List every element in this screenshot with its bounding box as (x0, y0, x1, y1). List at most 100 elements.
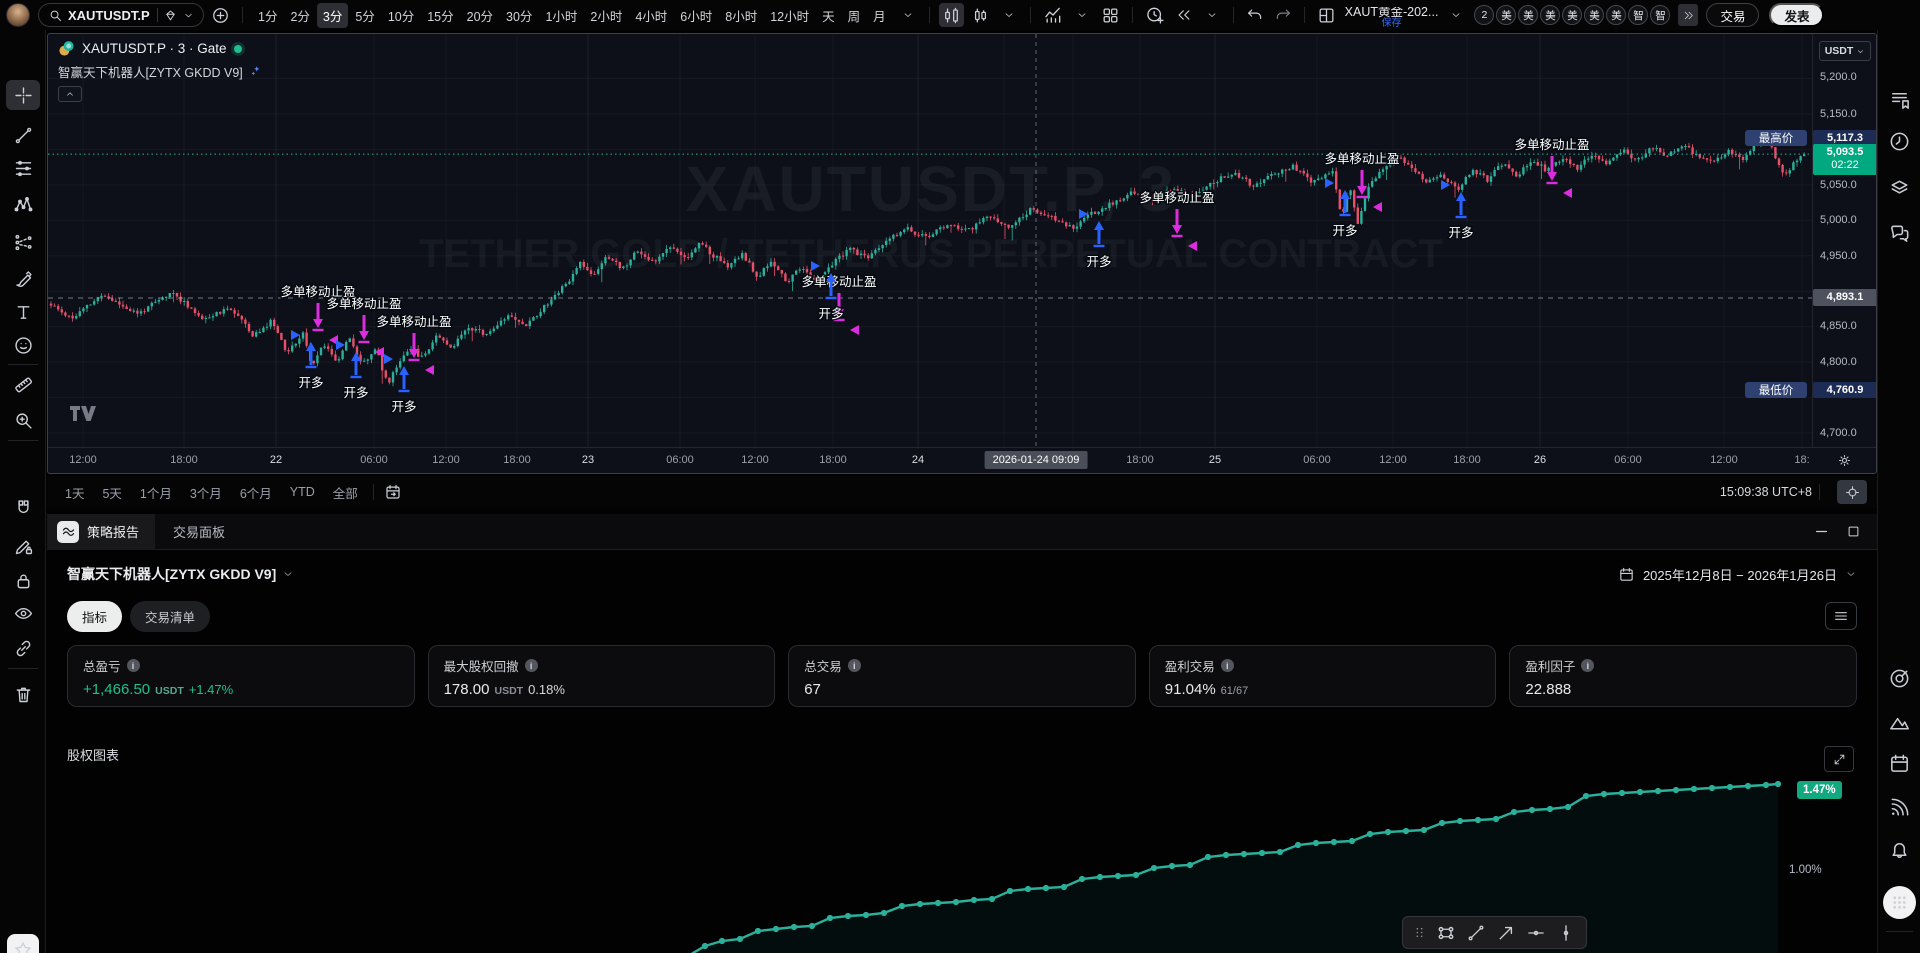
timeframe-1小时[interactable]: 1小时 (539, 3, 583, 28)
timeframe-6小时[interactable]: 6小时 (674, 3, 718, 28)
draw-line-tool[interactable] (1466, 923, 1486, 943)
drawing-mode-button[interactable] (12, 535, 34, 557)
layout-name[interactable]: XAUT黄金-202... 保存 (1345, 7, 1439, 29)
trade-button[interactable]: 交易 (1706, 3, 1759, 27)
profile-badge-4[interactable]: 美 (1562, 5, 1582, 25)
scroll-to-recent-button[interactable] (1837, 480, 1867, 504)
text-tool-button[interactable] (12, 301, 34, 323)
create-alert-button[interactable] (1142, 3, 1168, 27)
hide-drawings-button[interactable] (12, 602, 34, 624)
timeframe-20分[interactable]: 20分 (461, 3, 499, 28)
calendar-icon[interactable] (1888, 752, 1911, 775)
draw-rect-tool[interactable] (1436, 923, 1456, 943)
draw-vline-tool[interactable] (1556, 923, 1576, 943)
layout-chevron[interactable] (1444, 3, 1468, 27)
pill-trade-list[interactable]: 交易清单 (130, 601, 210, 632)
publish-button[interactable]: 发表 (1769, 3, 1824, 27)
profile-badge-3[interactable]: 美 (1540, 5, 1560, 25)
chart-style-candles-button[interactable] (939, 3, 964, 27)
notifications-bell-icon[interactable] (1888, 839, 1911, 862)
range-3个月[interactable]: 3个月 (182, 480, 230, 505)
card-max-drawdown[interactable]: 最大股权回撤i 178.00USDT0.18% (428, 645, 776, 707)
range-5天[interactable]: 5天 (94, 480, 129, 505)
timeframe-15分[interactable]: 15分 (421, 3, 459, 28)
apps-grid-button[interactable] (1883, 886, 1916, 919)
indicator-templates-button[interactable] (1098, 3, 1123, 27)
chart-style-chevron[interactable] (997, 3, 1021, 27)
timeframe-2小时[interactable]: 2小时 (584, 3, 628, 28)
tradingview-logo[interactable] (70, 406, 96, 426)
save-layout-button[interactable]: 保存 (1345, 18, 1439, 29)
card-total-trades[interactable]: 总交易i 67 (788, 645, 1136, 707)
trend-line-tool-button[interactable] (12, 124, 34, 146)
currency-toggle-button[interactable]: USDT (1819, 41, 1871, 61)
range-全部[interactable]: 全部 (325, 480, 366, 505)
profile-badge-2[interactable]: 美 (1518, 5, 1538, 25)
timeframe-10分[interactable]: 10分 (382, 3, 420, 28)
minimize-panel-button[interactable] (1813, 523, 1830, 540)
price-chart-panel[interactable]: XAUTUSDT.P, 3 TETHER GOLD / TETHERUS PER… (47, 33, 1877, 474)
measure-tool-button[interactable] (12, 372, 34, 394)
symbol-search[interactable]: XAUTUSDT.P (38, 3, 204, 27)
chart-style-alt-button[interactable] (968, 3, 993, 27)
legend-strategy-text[interactable]: 智赢天下机器人[ZYTX GKDD V9] (58, 62, 243, 81)
profile-badge-7[interactable]: 智 (1628, 5, 1648, 25)
range-6个月[interactable]: 6个月 (232, 480, 280, 505)
range-1天[interactable]: 1天 (57, 480, 92, 505)
timeframe-2分[interactable]: 2分 (284, 3, 315, 28)
report-date-range[interactable]: 2025年12月8日 − 2026年1月26日 (1618, 565, 1857, 584)
drag-handle[interactable] (1413, 926, 1426, 939)
info-icon[interactable]: i (127, 659, 140, 672)
chevron-down-icon[interactable] (183, 10, 194, 21)
remove-drawings-button[interactable] (12, 683, 34, 705)
tab-trading-panel[interactable]: 交易面板 (155, 522, 243, 541)
profile-badge-0[interactable]: 2 (1474, 5, 1494, 25)
redo-button[interactable] (1271, 3, 1295, 27)
tab-strategy-report[interactable]: 策略报告 (47, 514, 155, 550)
timeframe-4小时[interactable]: 4小时 (629, 3, 673, 28)
profile-badge-5[interactable]: 美 (1584, 5, 1604, 25)
report-list-button[interactable] (1825, 602, 1857, 630)
indicators-button[interactable] (1040, 3, 1066, 27)
card-profitable-trades[interactable]: 盈利交易i 91.04%61/67 (1149, 645, 1497, 707)
alerts-clock-icon[interactable] (1888, 130, 1911, 153)
draw-arrow-tool[interactable] (1496, 923, 1516, 943)
timeframe-5分[interactable]: 5分 (349, 3, 380, 28)
lock-drawings-button[interactable] (12, 570, 34, 592)
crosshair-tool-button[interactable] (6, 80, 40, 110)
timeframe-8小时[interactable]: 8小时 (719, 3, 763, 28)
legend-collapse-button[interactable] (58, 86, 82, 102)
watchlist-icon[interactable] (1888, 88, 1911, 111)
compare-add-button[interactable] (208, 3, 233, 27)
card-profit-factor[interactable]: 盈利因子i 22.888 (1509, 645, 1857, 707)
bar-replay-button[interactable] (1172, 3, 1196, 27)
info-icon[interactable]: i (525, 659, 538, 672)
timeframe-天[interactable]: 天 (816, 3, 841, 28)
favorites-star-button[interactable] (7, 934, 39, 953)
pill-indicators[interactable]: 指标 (67, 601, 122, 632)
card-net-profit[interactable]: 总盈亏i +1,466.50USDT+1.47% (67, 645, 415, 707)
candlestick-chart[interactable]: 最高价最低价多单移动止盈多单移动止盈多单移动止盈多单移动止盈多单移动止盈多单移动… (48, 34, 1814, 449)
axis-settings-corner[interactable] (1812, 447, 1876, 473)
fib-tool-button[interactable] (12, 157, 34, 179)
object-tree-icon[interactable] (1888, 176, 1911, 199)
range-1个月[interactable]: 1个月 (132, 480, 180, 505)
equity-expand-button[interactable] (1824, 746, 1854, 772)
equity-curve-chart[interactable] (0, 730, 1920, 953)
forecast-tool-button[interactable] (12, 231, 34, 253)
timeframe-3分[interactable]: 3分 (317, 3, 348, 28)
time-axis[interactable]: 12:0018:002206:0012:0018:002306:0012:001… (48, 447, 1814, 473)
timeframe-30分[interactable]: 30分 (500, 3, 538, 28)
timeframe-more-chevron[interactable] (896, 3, 920, 27)
diamond-icon[interactable] (163, 8, 178, 23)
layout-title[interactable]: XAUT黄金-202... (1345, 7, 1439, 18)
info-icon[interactable]: i (1581, 659, 1594, 672)
collapse-badges-button[interactable] (1678, 4, 1698, 26)
timeframe-月[interactable]: 月 (867, 3, 892, 28)
info-icon[interactable]: i (848, 659, 861, 672)
undo-button[interactable] (1243, 3, 1267, 27)
streams-signal-icon[interactable] (1888, 796, 1911, 819)
user-avatar[interactable] (6, 3, 30, 27)
pattern-tool-button[interactable] (12, 194, 34, 216)
profile-badge-6[interactable]: 美 (1606, 5, 1626, 25)
